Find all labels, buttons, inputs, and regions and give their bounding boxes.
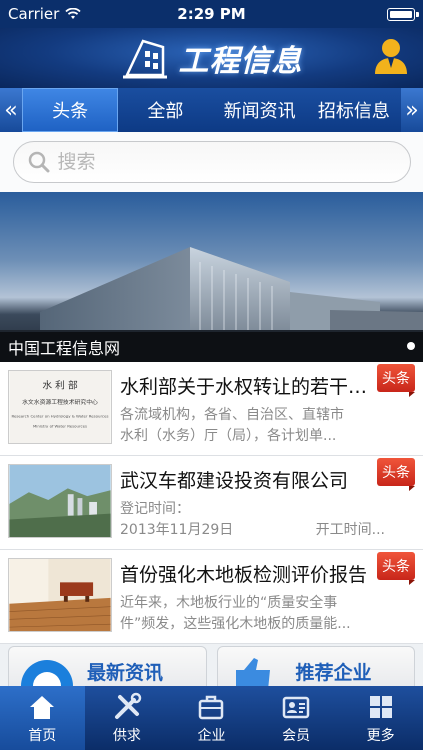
thumb-org-en2: Ministry of Water Resources bbox=[33, 423, 87, 428]
search-input[interactable] bbox=[57, 151, 378, 173]
user-profile-icon[interactable] bbox=[373, 36, 409, 76]
news-summary-line: 水利（水务）厅（局），各计划单... bbox=[120, 428, 337, 444]
news-thumbnail-image: 水 利 部 水文水资源工程技术研究中心 Research Center on H… bbox=[8, 370, 112, 444]
thumb-org-subtitle: 水文水资源工程技术研究中心 bbox=[22, 398, 98, 406]
headline-badge: 头条 bbox=[377, 364, 415, 397]
news-title: 武汉车都建设投资有限公司 bbox=[120, 470, 349, 492]
tabbar-home[interactable]: 首页 bbox=[0, 686, 85, 750]
carousel-indicator-dot bbox=[407, 342, 415, 350]
tab-scroll-right-button[interactable]: » bbox=[401, 88, 423, 132]
latest-news-icon bbox=[21, 660, 73, 686]
search-icon bbox=[28, 151, 49, 173]
grid-more-icon bbox=[369, 695, 392, 718]
headline-badge: 头条 bbox=[377, 458, 415, 491]
carrier-label: Carrier bbox=[8, 5, 60, 23]
member-card-icon bbox=[282, 696, 310, 718]
tab-bidding[interactable]: 招标信息 bbox=[307, 88, 401, 132]
news-list: 水 利 部 水文水资源工程技术研究中心 Research Center on H… bbox=[0, 362, 423, 644]
tabbar-more[interactable]: 更多 bbox=[338, 686, 423, 750]
tabbar-companies[interactable]: 企业 bbox=[169, 686, 254, 750]
news-item[interactable]: 武汉车都建设投资有限公司 登记时间： 2013年11月29日 开工时间... 头… bbox=[0, 456, 423, 550]
news-title: 首份强化木地板检测评价报告 bbox=[120, 564, 368, 586]
app-logo: 工程信息 bbox=[121, 36, 303, 80]
tab-news[interactable]: 新闻资讯 bbox=[213, 88, 307, 132]
category-tabs: « 头条 全部 新闻资讯 招标信息 » bbox=[0, 88, 423, 132]
status-bar: Carrier 2:29 PM bbox=[0, 0, 423, 28]
tabbar-supply-demand-label: 供求 bbox=[112, 727, 141, 744]
bottom-tab-bar: 首页 供求 企业 会员 更多 bbox=[0, 686, 423, 750]
news-summary-line: 件”频发，这些强化木地板的质量能... bbox=[120, 616, 351, 632]
news-item[interactable]: 首份强化木地板检测评价报告 近年来，木地板行业的“质量安全事 件”频发，这些强化… bbox=[0, 550, 423, 644]
battery-icon bbox=[387, 7, 419, 21]
tabbar-home-label: 首页 bbox=[28, 727, 57, 744]
tab-headlines[interactable]: 头条 bbox=[22, 88, 119, 132]
search-box[interactable] bbox=[12, 141, 411, 183]
tabbar-more-label: 更多 bbox=[366, 727, 395, 744]
search-bar-container bbox=[0, 132, 423, 192]
home-icon bbox=[30, 695, 55, 719]
tools-icon bbox=[114, 692, 142, 719]
latest-news-label: 最新资讯 bbox=[87, 661, 164, 684]
news-thumbnail-image bbox=[8, 464, 112, 538]
briefcase-icon bbox=[199, 695, 224, 719]
wifi-icon bbox=[65, 8, 81, 19]
tabbar-members-label: 会员 bbox=[282, 727, 311, 744]
tab-all[interactable]: 全部 bbox=[118, 88, 212, 132]
news-summary-line: 登记时间： bbox=[120, 501, 190, 517]
news-summary-line: 各流域机构，各省、自治区、直辖市 bbox=[120, 407, 344, 423]
tabbar-members[interactable]: 会员 bbox=[254, 686, 339, 750]
thumb-org-title: 水 利 部 bbox=[42, 379, 78, 392]
thumb-org-en1: Research Center on Hydrology & Water Res… bbox=[11, 414, 108, 419]
headline-badge: 头条 bbox=[377, 552, 415, 585]
tabbar-supply-demand[interactable]: 供求 bbox=[85, 686, 170, 750]
app-header: 工程信息 bbox=[0, 28, 423, 88]
recommended-companies-label: 推荐企业 bbox=[295, 661, 372, 684]
start-date-label: 开工时间... bbox=[315, 522, 385, 538]
news-thumbnail-image bbox=[8, 558, 112, 632]
tab-scroll-left-button[interactable]: « bbox=[0, 88, 22, 132]
news-summary-line: 近年来，木地板行业的“质量安全事 bbox=[120, 595, 338, 611]
latest-news-card[interactable]: 最新资讯 bbox=[8, 646, 207, 686]
thumbs-up-icon bbox=[235, 658, 270, 686]
tabbar-companies-label: 企业 bbox=[197, 727, 226, 744]
building-logo-icon bbox=[122, 39, 167, 79]
news-title: 水利部关于水权转让的若干意见 bbox=[120, 376, 370, 398]
banner-carousel[interactable]: 中国工程信息网 bbox=[0, 192, 423, 362]
news-item[interactable]: 水 利 部 水文水资源工程技术研究中心 Research Center on H… bbox=[0, 362, 423, 456]
app-title: 工程信息 bbox=[178, 44, 303, 79]
quick-links: 最新资讯 推荐企业 bbox=[0, 646, 423, 686]
registration-date: 2013年11月29日 bbox=[120, 522, 234, 538]
banner-caption: 中国工程信息网 bbox=[0, 332, 423, 362]
recommended-companies-card[interactable]: 推荐企业 bbox=[216, 646, 415, 686]
